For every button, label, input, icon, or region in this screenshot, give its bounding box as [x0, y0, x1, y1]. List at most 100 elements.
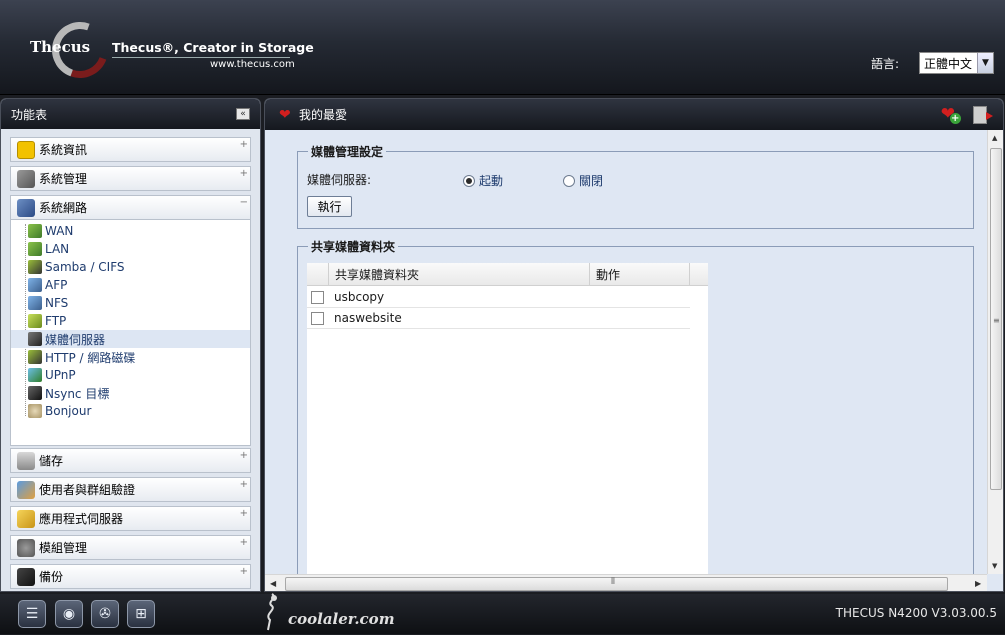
sidebar-item-lan[interactable]: LAN	[11, 240, 250, 258]
logout-icon[interactable]	[973, 106, 993, 124]
sidebar-item-nfs[interactable]: NFS	[11, 294, 250, 312]
menu-category-label: 使用者與群組驗證	[39, 483, 136, 497]
radio-enable-label: 起動	[479, 174, 504, 188]
watermark-text: coolaler.com	[288, 610, 395, 628]
grip-icon: ⦀	[611, 577, 615, 587]
expand-icon[interactable]: +	[240, 509, 248, 519]
sidebar-item-bonjour[interactable]: Bonjour	[11, 402, 250, 420]
sidebar-item-wan[interactable]: WAN	[11, 222, 250, 240]
table-row[interactable]: naswebsite	[307, 308, 690, 329]
sidebar-item-ftp[interactable]: FTP	[11, 312, 250, 330]
radio-disable[interactable]: 關閉	[563, 172, 603, 189]
sidebar-item-label: Nsync 目標	[45, 386, 110, 401]
sidebar-item-media-server[interactable]: 媒體伺服器	[11, 330, 250, 348]
disk-icon[interactable]: ◉	[55, 600, 83, 628]
brand-divider	[112, 57, 290, 58]
nsync-icon	[28, 386, 42, 400]
folder-name: naswebsite	[334, 311, 402, 325]
media-settings-legend: 媒體管理設定	[311, 145, 384, 159]
sidebar-item-label: Samba / CIFS	[45, 260, 125, 274]
sidebar-item-afp[interactable]: AFP	[11, 276, 250, 294]
heart-icon: ❤	[279, 107, 291, 123]
thecus-logo: Thecus	[30, 38, 91, 56]
ftp-icon	[28, 314, 42, 328]
grid-header: 共享媒體資料夾 動作	[307, 263, 708, 286]
menu-category-backup[interactable]: 備份 +	[10, 564, 251, 589]
radio-enable[interactable]: 起動	[463, 172, 503, 189]
sidebar-item-samba[interactable]: Samba / CIFS	[11, 258, 250, 276]
module-icon	[17, 539, 35, 557]
horizontal-scrollbar[interactable]: ◀ ⦀ ▶	[265, 574, 987, 591]
http-icon	[28, 350, 42, 364]
lan-icon	[28, 242, 42, 256]
header-banner: Thecus Thecus®, Creator in Storage www.t…	[0, 0, 1005, 95]
watermark-figure-icon	[267, 593, 277, 631]
scroll-up-icon[interactable]: ▲	[992, 134, 997, 142]
horizontal-scroll-thumb[interactable]	[285, 577, 948, 591]
add-favorite-icon[interactable]: ❤ +	[941, 106, 961, 124]
expand-icon[interactable]: +	[240, 169, 248, 179]
language-selected-value: 正體中文	[924, 56, 973, 71]
radio-enable-dot[interactable]	[463, 174, 475, 187]
expand-icon[interactable]: +	[240, 538, 248, 548]
network-tree-icon[interactable]: ⊞	[127, 600, 155, 628]
menu-category-storage[interactable]: 儲存 +	[10, 448, 251, 473]
vertical-scrollbar[interactable]: ▲ ≡ ▼	[987, 130, 1003, 574]
menu-category-system-info[interactable]: 系統資訊 +	[10, 137, 251, 162]
table-row[interactable]: usbcopy	[307, 287, 690, 308]
media-settings-fieldset: 媒體管理設定	[297, 143, 974, 229]
grid-header-checkbox-col	[307, 263, 329, 286]
main-header: ❤ 我的最愛 ❤ +	[265, 99, 1003, 130]
menu-category-label: 系統資訊	[39, 143, 88, 157]
execute-button[interactable]: 執行	[307, 196, 352, 217]
app-server-icon	[17, 510, 35, 528]
main-title: 我的最愛	[299, 108, 348, 122]
sidebar-title: 功能表	[11, 107, 48, 122]
grid-header-action[interactable]: 動作	[590, 263, 690, 286]
scroll-right-icon[interactable]: ▶	[975, 579, 981, 588]
collapse-sidebar-icon[interactable]: «	[236, 108, 250, 120]
menu-category-label: 系統管理	[39, 172, 88, 186]
sidebar-item-label: UPnP	[45, 368, 76, 382]
scroll-left-icon[interactable]: ◀	[270, 579, 276, 588]
menu-category-label: 系統網路	[39, 201, 88, 215]
watermark: coolaler.com	[258, 592, 418, 634]
menu-category-system-management[interactable]: 系統管理 +	[10, 166, 251, 191]
row-checkbox[interactable]	[311, 311, 324, 325]
sidebar-item-upnp[interactable]: UPnP	[11, 366, 250, 384]
sidebar-item-nsync[interactable]: Nsync 目標	[11, 384, 250, 402]
menu-category-system-network[interactable]: 系統網路 −	[10, 195, 251, 220]
sidebar-item-label: HTTP / 網路磁碟	[45, 350, 136, 365]
scroll-down-icon[interactable]: ▼	[992, 562, 997, 570]
fan-icon[interactable]: ✇	[91, 600, 119, 628]
expand-icon[interactable]: +	[240, 140, 248, 150]
samba-icon	[28, 260, 42, 274]
server-icon[interactable]: ☰	[18, 600, 46, 628]
expand-icon[interactable]: +	[240, 451, 248, 461]
network-submenu: WAN LAN Samba / CIFS AFP NFS FTP 媒體伺服器 H…	[10, 220, 251, 446]
row-checkbox[interactable]	[311, 290, 324, 304]
menu-category-module-management[interactable]: 模組管理 +	[10, 535, 251, 560]
sidebar-item-label: Bonjour	[45, 404, 92, 418]
menu-category-users-groups[interactable]: 使用者與群組驗證 +	[10, 477, 251, 502]
grid-header-folder[interactable]: 共享媒體資料夾	[329, 263, 590, 286]
expand-icon[interactable]: +	[240, 567, 248, 577]
info-icon	[17, 141, 35, 159]
menu-category-app-server[interactable]: 應用程式伺服器 +	[10, 506, 251, 531]
chevron-down-icon[interactable]: ▼	[977, 53, 993, 73]
collapse-icon[interactable]: −	[240, 198, 248, 208]
sidebar-item-label: NFS	[45, 296, 69, 310]
tools-icon	[17, 170, 35, 188]
radio-disable-label: 關閉	[579, 174, 604, 188]
sidebar-item-label: FTP	[45, 314, 67, 328]
wan-icon	[28, 224, 42, 238]
backup-icon	[17, 568, 35, 586]
grip-icon: ≡	[993, 316, 1000, 325]
sidebar-menu: 功能表 « 系統資訊 + 系統管理 + 系統網路 − WAN LAN Samba…	[0, 98, 261, 592]
sidebar-header: 功能表 «	[1, 99, 260, 129]
shared-folders-grid: 共享媒體資料夾 動作 usbcopy naswebsite	[307, 263, 708, 574]
sidebar-item-http[interactable]: HTTP / 網路磁碟	[11, 348, 250, 366]
expand-icon[interactable]: +	[240, 480, 248, 490]
language-select[interactable]: 正體中文 ▼	[919, 52, 994, 74]
radio-disable-dot[interactable]	[563, 174, 575, 187]
